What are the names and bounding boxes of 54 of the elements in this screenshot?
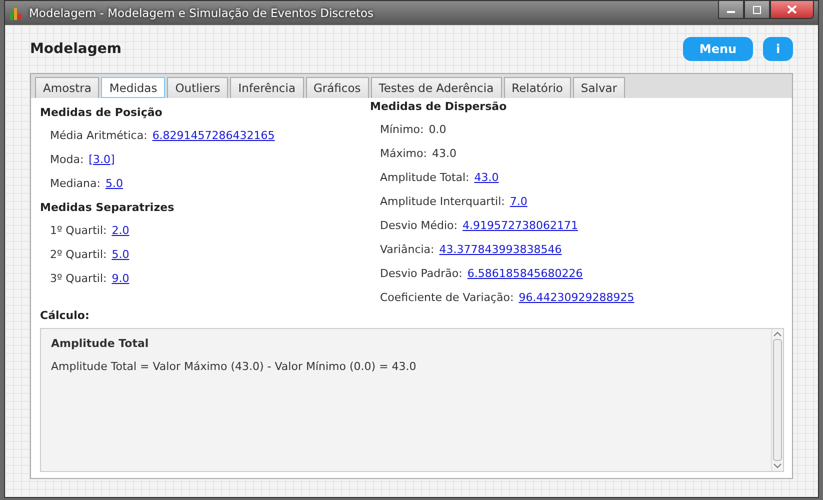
measure-label: Máximo:	[380, 146, 427, 160]
measure-value-link[interactable]: 5.0	[112, 248, 130, 260]
measure-label: 1º Quartil:	[50, 224, 107, 236]
close-icon	[787, 5, 797, 14]
app-heading: Modelagem	[30, 41, 122, 57]
section-heading: Medidas de Posição	[40, 106, 164, 119]
tab[interactable]: Salvar	[572, 77, 626, 98]
calculation-text: Amplitude Total = Valor Máximo (43.0) - Valor Mínimo (0.0) = 43.0	[51, 360, 418, 373]
measure-value-link[interactable]: 7.0	[510, 194, 528, 208]
measure-value-link[interactable]: 4.919572738062171	[462, 218, 578, 232]
measure-label: 3º Quartil:	[50, 272, 107, 284]
tab[interactable]: Medidas	[101, 77, 166, 98]
measure-value: 0.0	[428, 122, 446, 136]
minimize-button[interactable]	[718, 1, 744, 19]
measure-label: Mediana:	[50, 176, 100, 190]
measure-value-link[interactable]: 43.377843993838546	[439, 242, 562, 256]
scroll-down-icon[interactable]	[773, 463, 782, 469]
measure-label: Média Aritmética:	[50, 128, 148, 142]
measure-value-link[interactable]: 5.0	[105, 176, 123, 190]
measure-label: Variância:	[380, 242, 434, 256]
bar-chart-icon	[9, 6, 23, 20]
measure-label: Amplitude Total:	[380, 170, 470, 184]
measure-value-link[interactable]: 96.44230929288925	[518, 290, 634, 304]
tab[interactable]: Gráficos	[306, 77, 369, 98]
measure-label: 2º Quartil:	[50, 248, 107, 260]
measure-label: Moda:	[50, 152, 84, 166]
measure-label: Coeficiente de Variação:	[380, 290, 514, 304]
tab[interactable]: Relatório	[504, 77, 571, 98]
scroll-up-icon[interactable]	[773, 331, 782, 337]
section-heading: Medidas de Dispersão	[370, 100, 508, 113]
close-button[interactable]	[770, 1, 814, 19]
measure-value-link[interactable]: 6.8291457286432165	[152, 128, 275, 142]
measure-value-link[interactable]: [3.0]	[88, 152, 115, 166]
measure-label: Mínimo:	[380, 122, 424, 136]
tab[interactable]: Inferência	[230, 77, 304, 98]
calculation-title: Amplitude Total	[51, 337, 150, 350]
maximize-button[interactable]	[744, 1, 770, 19]
section-heading: Medidas Separatrizes	[40, 201, 176, 214]
measure-label: Desvio Médio:	[380, 218, 458, 232]
measure-value-link[interactable]: 2.0	[112, 224, 130, 236]
scrollbar[interactable]	[771, 329, 783, 471]
measure-value-link[interactable]: 9.0	[112, 272, 130, 284]
measure-label: Desvio Padrão:	[380, 266, 462, 280]
scrollbar-thumb[interactable]	[773, 339, 782, 461]
measure-label: Amplitude Interquartil:	[380, 194, 505, 208]
tab[interactable]: Testes de Aderência	[370, 77, 502, 98]
measure-value-link[interactable]: 43.0	[474, 170, 499, 184]
tab[interactable]: Outliers	[167, 77, 228, 98]
measure-value: 43.0	[432, 146, 456, 160]
window-title: Modelagem - Modelagem e Simulação de Eventos Discretos	[29, 6, 375, 20]
tab[interactable]: Amostra	[35, 77, 100, 98]
maximize-icon	[752, 6, 762, 14]
section-heading: Cálculo:	[40, 309, 90, 322]
measure-value-link[interactable]: 6.586185845680226	[467, 266, 583, 280]
